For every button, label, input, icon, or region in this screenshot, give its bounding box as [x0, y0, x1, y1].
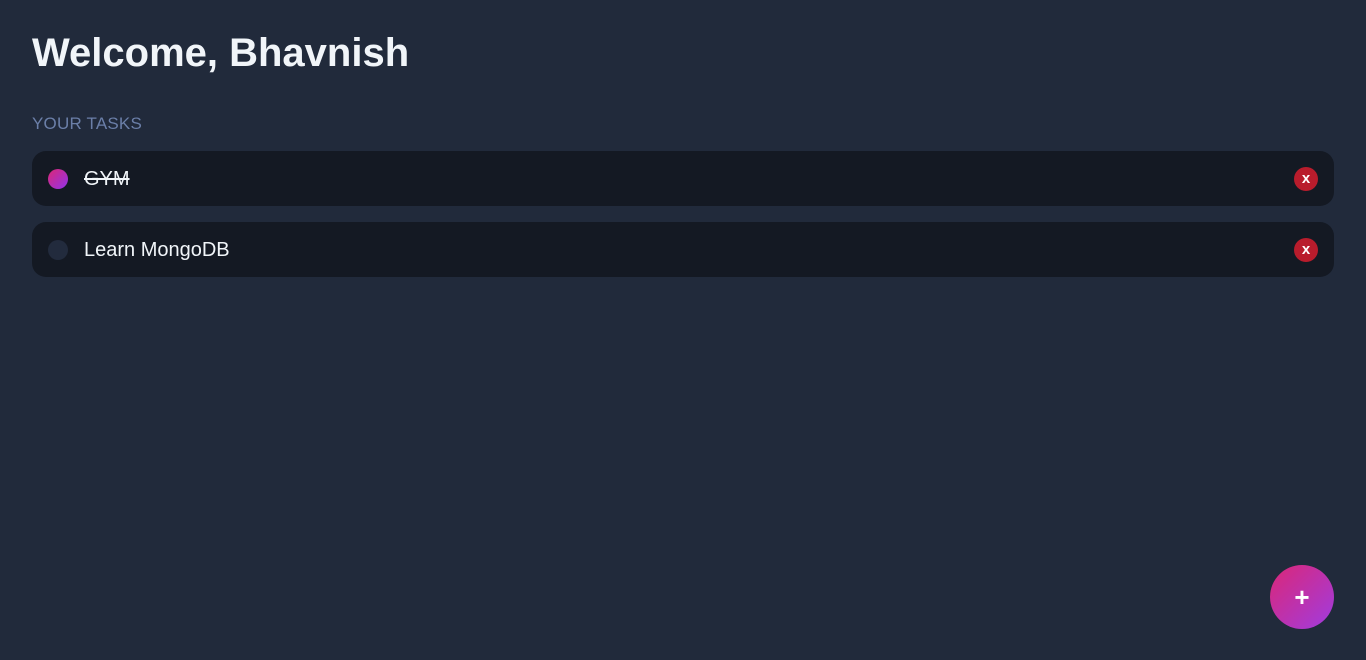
plus-icon: + — [1294, 582, 1310, 612]
task-complete-toggle[interactable] — [48, 239, 68, 260]
delete-task-button[interactable]: x — [1294, 237, 1318, 262]
task-text: GYM — [84, 167, 130, 190]
task-text: Learn MongoDB — [84, 238, 230, 261]
add-task-button[interactable]: + — [1270, 565, 1334, 629]
delete-task-button[interactable]: x — [1294, 166, 1318, 191]
app-root: Welcome, Bhavnish YOUR TASKS GYM x Learn… — [0, 0, 1366, 660]
task-item: Learn MongoDB x — [32, 222, 1334, 277]
task-list: GYM x Learn MongoDB x — [32, 151, 1334, 277]
page-title: Welcome, Bhavnish — [32, 31, 410, 75]
task-item: GYM x — [32, 151, 1334, 206]
tasks-section-label: YOUR TASKS — [32, 114, 143, 133]
task-complete-toggle[interactable] — [48, 168, 68, 189]
